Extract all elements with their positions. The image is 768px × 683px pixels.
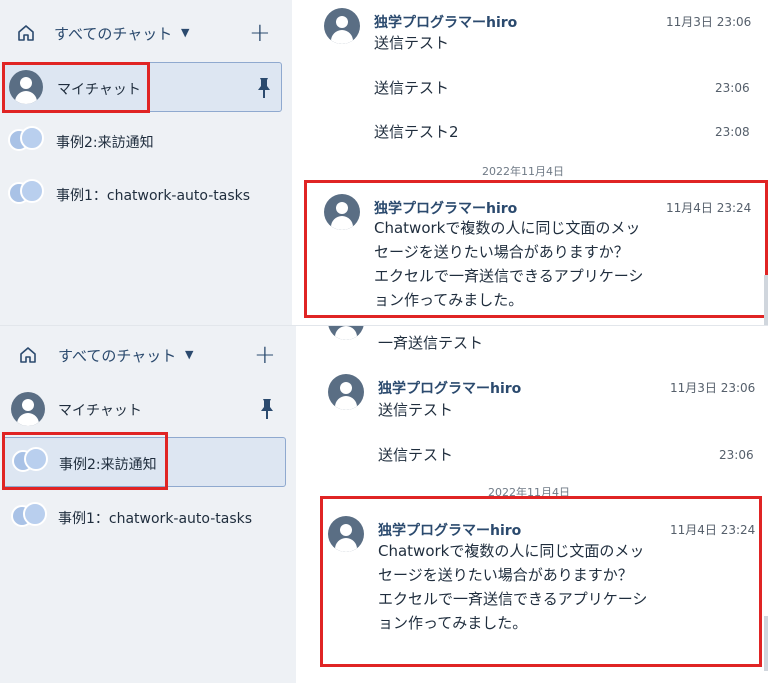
date-separator: 2022年11月4日 (482, 165, 564, 178)
message-text-line: エクセルで一斉送信できるアプリケーシ (374, 267, 644, 285)
room-sidebar: すべてのチャット ▼ + マイチャット 事例2:来訪通知 事例1：chatwor… (0, 326, 296, 683)
date-separator: 2022年11月4日 (488, 486, 570, 499)
sidebar-item-auto-tasks[interactable]: 事例1：chatwork-auto-tasks (2, 493, 286, 541)
group-avatar (8, 177, 44, 211)
chat-filter-dropdown[interactable]: すべてのチャット (54, 23, 172, 44)
message-time: 11月3日 23:06 (670, 381, 756, 395)
message-text-line: ョン作ってみました。 (374, 291, 524, 309)
message-text: 送信テスト (378, 401, 454, 419)
add-chat-button[interactable]: + (254, 342, 276, 368)
add-chat-button[interactable]: + (249, 20, 271, 46)
chevron-down-icon[interactable]: ▼ (181, 26, 189, 39)
sidebar-header: すべてのチャット ▼ + (0, 340, 296, 370)
sidebar-item-my-chat[interactable]: マイチャット (2, 385, 286, 433)
message-time: 11月4日 23:24 (666, 201, 752, 215)
message-text-line: エクセルで一斉送信できるアプリケーシ (378, 590, 648, 608)
room-label: マイチャット (58, 403, 142, 419)
sender-name[interactable]: 独学プログラマーhiro (374, 198, 517, 218)
scrollbar[interactable] (764, 275, 768, 325)
room-label: 事例2:来訪通知 (59, 457, 157, 473)
message-text-line: ョン作ってみました。 (378, 614, 528, 632)
sidebar-item-visit-notice[interactable]: 事例2:来訪通知 (2, 117, 282, 165)
message-time: 11月4日 23:24 (670, 523, 756, 537)
avatar (328, 516, 364, 552)
message-text: 送信テスト (374, 34, 450, 52)
message-time: 23:06 (719, 448, 754, 462)
sidebar-item-auto-tasks[interactable]: 事例1：chatwork-auto-tasks (2, 170, 282, 218)
message-text: 送信テスト (374, 79, 450, 97)
avatar (11, 392, 45, 426)
message-timeline: 一斉送信テスト 独学プログラマーhiro 11月3日 23:06 送信テスト 送… (296, 326, 768, 683)
avatar (328, 374, 364, 410)
room-sidebar: すべてのチャット ▼ + マイチャット 事例2:来訪通知 事例1：chatwor… (0, 0, 292, 326)
message-time: 23:08 (715, 125, 750, 139)
sender-name[interactable]: 独学プログラマーhiro (374, 12, 517, 32)
home-icon[interactable] (16, 23, 36, 43)
chat-filter-dropdown[interactable]: すべてのチャット (58, 345, 176, 366)
sidebar-item-my-chat[interactable]: マイチャット (2, 62, 282, 112)
avatar (324, 194, 360, 230)
sender-name[interactable]: 独学プログラマーhiro (378, 378, 521, 398)
message-text-line: セージを送りたい場合がありますか？ (374, 243, 629, 261)
message-text: 一斉送信テスト (378, 334, 484, 352)
message-text-line: セージを送りたい場合がありますか？ (378, 566, 633, 584)
pin-icon[interactable] (257, 77, 271, 99)
avatar (328, 326, 364, 340)
message-text: 送信テスト2 (374, 123, 459, 141)
group-avatar (12, 445, 48, 479)
room-label: 事例2:来訪通知 (56, 135, 154, 151)
message-timeline: 独学プログラマーhiro 11月3日 23:06 送信テスト 送信テスト 23:… (292, 0, 768, 326)
scrollbar[interactable] (764, 616, 768, 671)
sender-name[interactable]: 独学プログラマーhiro (378, 520, 521, 540)
avatar (9, 70, 43, 104)
room-label: マイチャット (57, 82, 141, 98)
message-text: 送信テスト (378, 446, 454, 464)
screenshot-panel-visit-notice: すべてのチャット ▼ + マイチャット 事例2:来訪通知 事例1：chatwor… (0, 326, 768, 683)
message-time: 23:06 (715, 81, 750, 95)
message-text-line: Chatworkで複数の人に同じ文面のメッ (378, 542, 645, 560)
home-icon[interactable] (18, 345, 38, 365)
pin-icon[interactable] (260, 398, 274, 420)
sidebar-item-visit-notice[interactable]: 事例2:来訪通知 (2, 437, 286, 487)
group-avatar (8, 124, 44, 158)
chevron-down-icon[interactable]: ▼ (185, 348, 193, 361)
avatar (324, 8, 360, 44)
message-text-line: Chatworkで複数の人に同じ文面のメッ (374, 219, 641, 237)
room-label: 事例1：chatwork-auto-tasks (56, 188, 251, 204)
message-time: 11月3日 23:06 (666, 15, 752, 29)
group-avatar (11, 500, 47, 534)
sidebar-header: すべてのチャット ▼ + (0, 18, 292, 48)
room-label: 事例1：chatwork-auto-tasks (58, 511, 253, 527)
screenshot-panel-my-chat: すべてのチャット ▼ + マイチャット 事例2:来訪通知 事例1：chatwor… (0, 0, 768, 326)
